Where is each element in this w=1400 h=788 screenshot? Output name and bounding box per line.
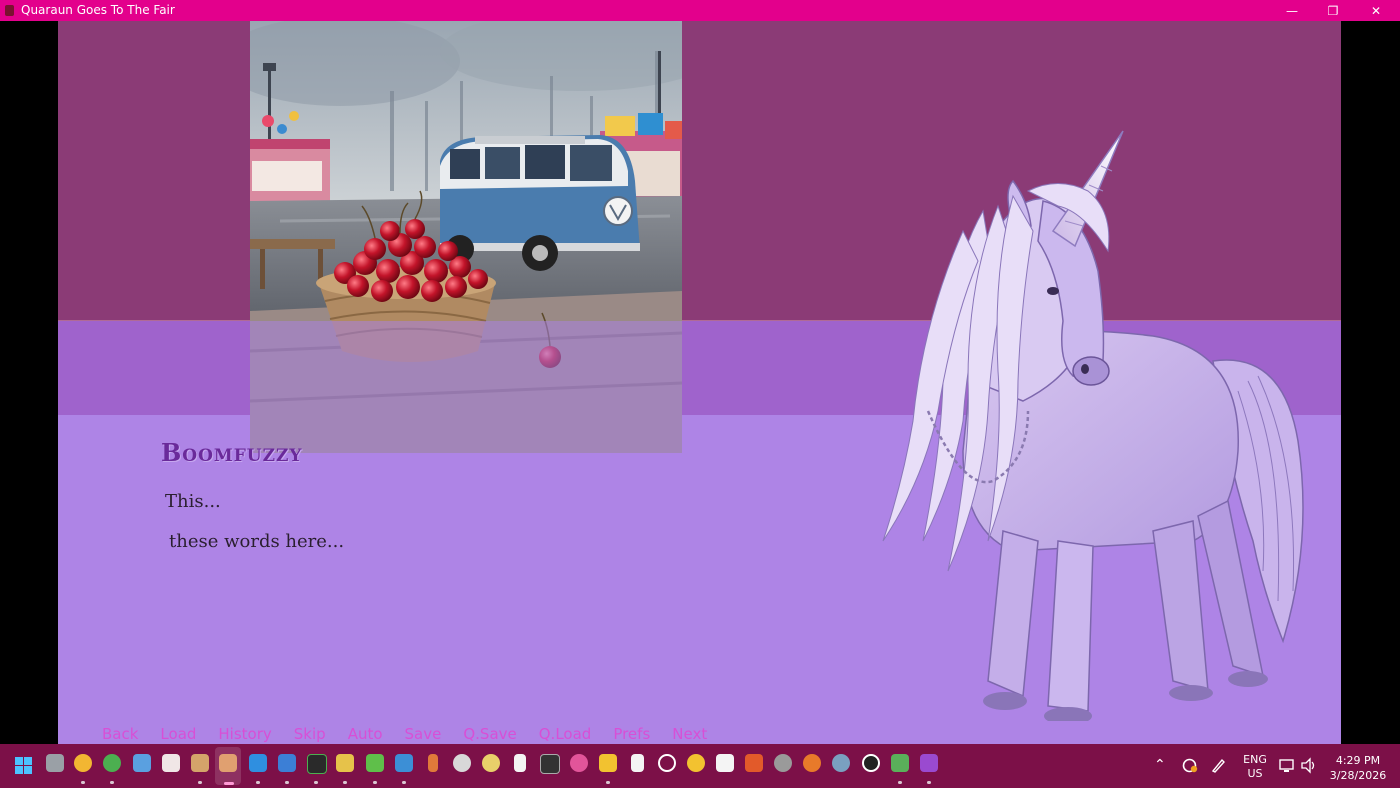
running-indicator [314,781,318,784]
quick-menu-prefs[interactable]: Prefs [613,725,650,744]
language-code: ENG [1243,753,1267,766]
quick-menu-auto[interactable]: Auto [348,725,383,744]
game-viewport[interactable]: Boomfuzzy This... these words here... Ba… [58,21,1341,744]
document-icon[interactable] [631,754,644,772]
notepad-icon[interactable] [278,754,296,772]
running-indicator [285,781,289,784]
quick-menu-history[interactable]: History [218,725,271,744]
running-indicator [606,781,610,784]
chatgpt-icon[interactable] [658,754,676,772]
chrome-icon[interactable] [103,754,121,772]
clock-date: 3/28/2026 [1329,769,1387,782]
file-explorer-icon[interactable] [599,754,617,772]
running-indicator [402,781,406,784]
pen-icon[interactable] [1210,757,1227,774]
sync-icon[interactable] [1181,757,1198,774]
copilot-icon[interactable] [570,754,588,772]
pencil-icon[interactable] [428,754,438,772]
app-icon [5,5,14,16]
clipboard-icon[interactable] [514,754,526,772]
running-indicator [373,781,377,784]
quick-menu-skip[interactable]: Skip [294,725,326,744]
mail-icon[interactable] [133,754,151,772]
quick-menu-back[interactable]: Back [102,725,138,744]
quick-menu-save[interactable]: Save [405,725,442,744]
terminal-icon[interactable] [307,754,327,774]
quick-menu: Back Load History Skip Auto Save Q.Save … [102,725,729,744]
quick-menu-next[interactable]: Next [672,725,707,744]
dialogue-line: This... [165,491,221,512]
screenshot-icon[interactable] [716,754,734,772]
vscode-icon[interactable] [249,754,267,772]
running-indicator [343,781,347,784]
running-indicator [898,781,902,784]
wave-hand-icon[interactable] [687,754,705,772]
image-editor-icon[interactable] [336,754,354,772]
photos-icon[interactable] [395,754,413,772]
settings-gear-icon[interactable] [832,754,850,772]
volume-icon[interactable] [1300,757,1317,774]
running-indicator [110,781,114,784]
system-clock[interactable]: 4:29 PM 3/28/2026 [1318,753,1398,783]
running-indicator [256,781,260,784]
close-button[interactable]: ✕ [1356,0,1396,21]
restore-button[interactable]: ❐ [1313,0,1353,21]
ubuntu-icon[interactable] [745,754,763,772]
input-language[interactable]: ENG US [1240,753,1270,781]
quick-menu-load[interactable]: Load [160,725,196,744]
video-editor-icon[interactable] [920,754,938,772]
running-indicator [927,781,931,784]
minimize-button[interactable]: — [1272,0,1312,21]
running-indicator [198,781,202,784]
task-view-icon[interactable] [46,754,64,772]
active-indicator [224,782,234,785]
media-player-icon[interactable] [862,754,880,772]
window-titlebar[interactable]: Quaraun Goes To The Fair — ❐ ✕ [0,0,1400,21]
gimp-icon[interactable] [774,754,792,772]
image-lower-overlay [250,321,682,453]
unicorn-character-sprite [882,130,1304,721]
running-indicator [81,781,85,784]
renpy-icon[interactable] [191,754,209,772]
speaker-name: Boomfuzzy [161,438,303,467]
smiley-icon[interactable] [482,754,500,772]
game-window-icon[interactable] [219,754,237,772]
notes-icon[interactable] [366,754,384,772]
clock-time: 4:29 PM [1335,754,1381,767]
blender-icon[interactable] [803,754,821,772]
console-icon[interactable] [540,754,560,774]
taskbar: ⌃ ENG US 4:29 PM 3/28/2026 [0,744,1400,788]
tray-chevron-up-icon[interactable]: ⌃ [1154,757,1166,773]
quick-menu-qsave[interactable]: Q.Save [463,725,516,744]
ghost-icon[interactable] [453,754,471,772]
region-code: US [1247,767,1263,780]
network-icon[interactable] [1279,757,1296,774]
chrome-dev-icon[interactable] [74,754,92,772]
dialogue-line: these words here... [169,531,345,552]
quick-menu-qload[interactable]: Q.Load [539,725,592,744]
windows-start-icon[interactable] [15,757,32,774]
image-viewer-icon[interactable] [891,754,909,772]
window-title: Quaraun Goes To The Fair [21,3,175,17]
pocket-icon[interactable] [162,754,180,772]
